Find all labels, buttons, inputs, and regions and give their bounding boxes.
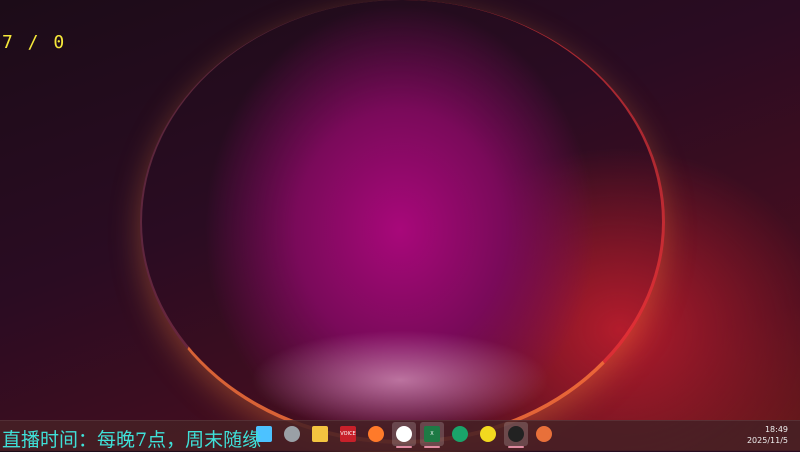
obs-button[interactable]	[504, 422, 528, 448]
file-explorer-icon	[312, 426, 328, 442]
counter-overlay: 7 / 0	[2, 32, 67, 53]
voicemeeter-icon: VOICE	[340, 426, 356, 442]
taskbar-apps: VOICE X	[252, 422, 556, 448]
colorful-app-button[interactable]	[532, 422, 556, 446]
colorful-app-icon	[536, 426, 552, 442]
excel-button[interactable]: X	[420, 422, 444, 448]
app-hex-icon	[284, 426, 300, 442]
music-app-button[interactable]	[476, 422, 500, 446]
green-app-icon	[452, 426, 468, 442]
system-clock[interactable]: 18:49 2025/11/5	[747, 424, 788, 446]
wallpaper-glow	[250, 330, 550, 430]
qq-button[interactable]	[392, 422, 416, 448]
green-app-button[interactable]	[448, 422, 472, 446]
voicemeeter-button[interactable]: VOICE	[336, 422, 360, 446]
app-hex-button[interactable]	[280, 422, 304, 446]
file-explorer-button[interactable]	[308, 422, 332, 446]
chrome-like-icon	[368, 426, 384, 442]
chrome-like-button[interactable]	[364, 422, 388, 446]
qq-icon	[396, 426, 412, 442]
obs-icon	[508, 426, 524, 442]
stream-schedule-banner: 直播时间：每晚7点，周末随缘	[2, 429, 262, 451]
clock-time: 18:49	[764, 425, 788, 434]
music-app-icon	[480, 426, 496, 442]
clock-date: 2025/11/5	[746, 436, 788, 445]
excel-icon: X	[424, 426, 440, 442]
